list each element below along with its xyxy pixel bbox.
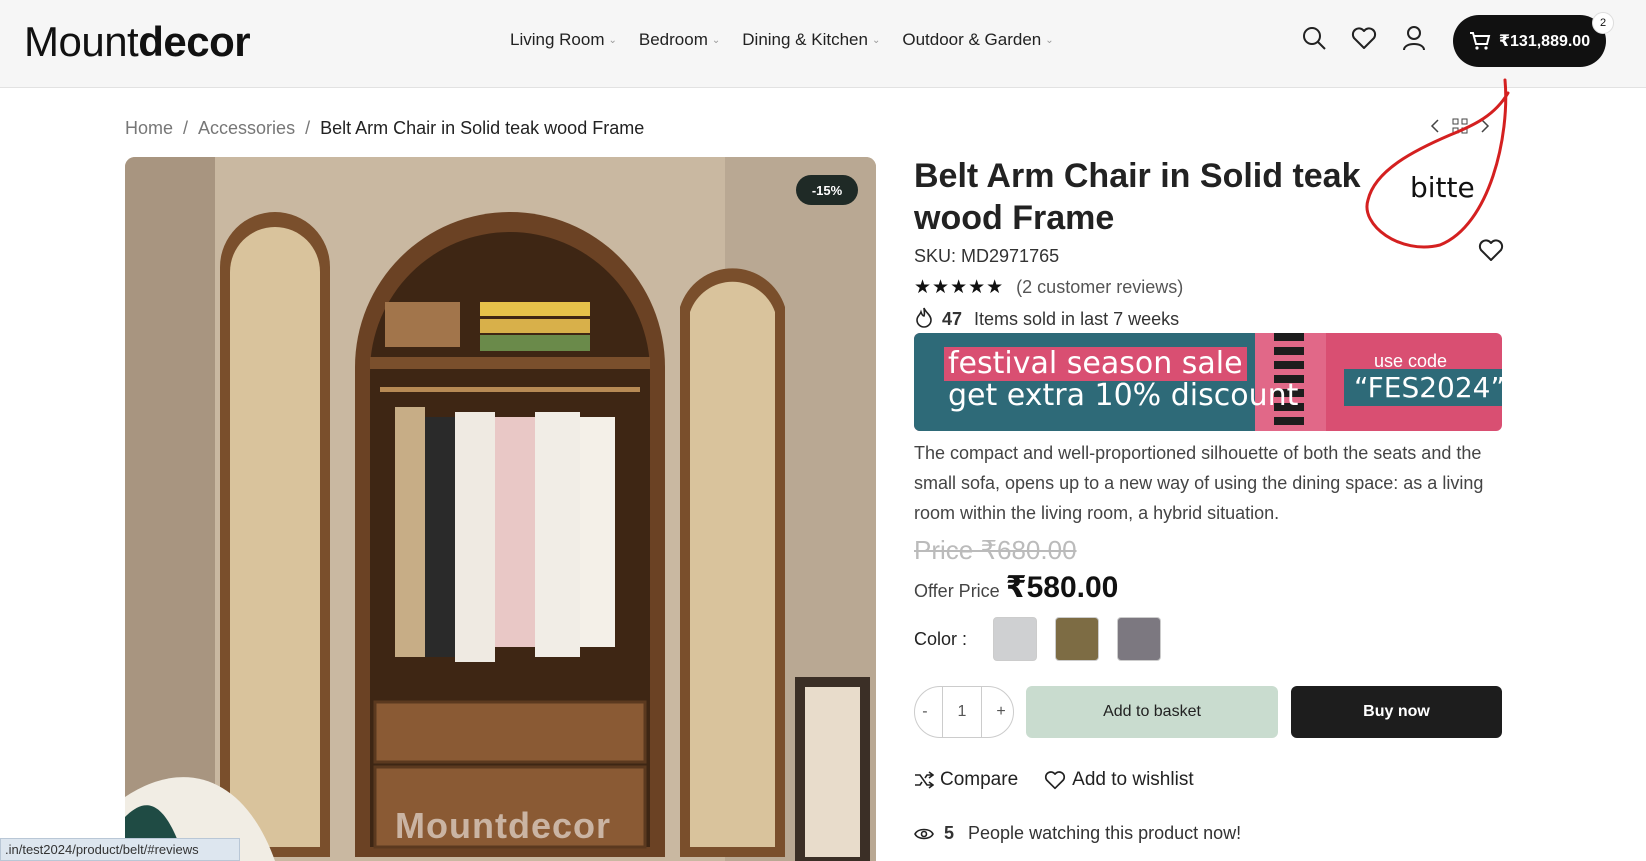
buy-now-button[interactable]: Buy now: [1291, 686, 1502, 738]
breadcrumb-home[interactable]: Home: [125, 118, 173, 139]
product-image[interactable]: [125, 157, 876, 861]
search-icon[interactable]: [1300, 24, 1328, 52]
svg-text:bitte: bitte: [1410, 171, 1475, 204]
nav-living-room[interactable]: Living Room ⌄: [510, 30, 617, 50]
breadcrumb: Home / Accessories / Belt Arm Chair in S…: [125, 118, 644, 139]
breadcrumb-separator: /: [183, 118, 189, 138]
product-rating: ★★★★★ (2 customer reviews): [914, 276, 1183, 299]
cart-total: ₹131,889.00: [1498, 33, 1591, 50]
promo-banner[interactable]: festival season sale get extra 10% disco…: [914, 333, 1502, 431]
eye-icon: [914, 828, 934, 839]
banner-line-1: festival season sale: [944, 347, 1247, 381]
breadcrumb-separator: /: [305, 118, 311, 138]
cart-button[interactable]: ₹131,889.00: [1453, 15, 1606, 67]
banner-code: “FES2024”: [1344, 369, 1502, 406]
add-to-basket-button[interactable]: Add to basket: [1026, 686, 1278, 738]
chevron-down-icon: ⌄: [1045, 34, 1054, 46]
color-swatch-olive[interactable]: [1055, 617, 1100, 661]
main-nav: Living Room ⌄ Bedroom ⌄ Dining & Kitchen ⌄ …: [510, 30, 1054, 50]
site-logo[interactable]: Mountdecor: [24, 18, 251, 66]
discount-badge: -15%: [796, 175, 858, 205]
old-price: Price ₹680.00: [914, 535, 1077, 565]
cart-count-badge: 2: [1592, 12, 1614, 34]
qty-input[interactable]: 1: [958, 703, 967, 721]
cart-icon: [1469, 32, 1491, 50]
chevron-down-icon: ⌄: [711, 34, 721, 46]
price: ₹580.00: [1005, 571, 1119, 604]
image-watermark: Mountdecor: [395, 805, 611, 846]
shuffle-icon: [915, 771, 934, 789]
header-icons: [1300, 24, 1428, 52]
color-swatch-slate[interactable]: [1117, 617, 1162, 661]
fire-icon: [914, 306, 934, 333]
reviews-link[interactable]: (2 customer reviews): [1016, 277, 1183, 298]
product-sku: SKU: MD2971765: [914, 246, 1060, 266]
chevron-down-icon: ⌄: [608, 34, 617, 46]
breadcrumb-current: Belt Arm Chair in Solid teak wood Frame: [320, 118, 645, 138]
heart-icon: [1045, 771, 1066, 790]
chevron-down-icon: ⌄: [871, 34, 881, 46]
color-selector: Color :: [914, 617, 1162, 661]
watching-info: 5 People watching this product now!: [914, 823, 1241, 844]
color-swatch-gray[interactable]: [993, 617, 1038, 661]
user-icon[interactable]: [1400, 24, 1428, 52]
heart-icon[interactable]: [1350, 24, 1378, 52]
qty-decrement-button[interactable]: -: [922, 703, 927, 721]
annotation-scribble: bitte: [1365, 78, 1510, 249]
product-description: The compact and well-proportioned silhou…: [914, 443, 1484, 523]
product-actions: Compare Add to wishlist: [914, 769, 1194, 791]
color-label: Color :: [914, 628, 968, 649]
offer-price: Offer Price ₹580.00: [914, 571, 1119, 604]
nav-outdoor-garden[interactable]: Outdoor & Garden ⌄: [902, 30, 1053, 50]
star-rating-icon: ★★★★★: [914, 277, 1005, 298]
quantity-stepper: - 1 +: [914, 686, 1014, 738]
nav-bedroom[interactable]: Bedroom ⌄: [639, 30, 720, 50]
add-to-wishlist-link[interactable]: Add to wishlist: [1044, 769, 1194, 791]
sold-info: 47 Items sold in last 7 weeks: [914, 306, 1179, 333]
banner-line-2: get extra 10% discount: [948, 378, 1299, 413]
product-title: Belt Arm Chair in Solid teak wood Frame: [914, 157, 1361, 237]
nav-dining-kitchen[interactable]: Dining & Kitchen ⌄: [742, 30, 880, 50]
compare-link[interactable]: Compare: [914, 769, 1018, 791]
breadcrumb-accessories[interactable]: Accessories: [198, 118, 295, 139]
qty-increment-button[interactable]: +: [996, 703, 1005, 721]
status-bar-url: .in/test2024/product/belt/#reviews: [0, 838, 240, 861]
